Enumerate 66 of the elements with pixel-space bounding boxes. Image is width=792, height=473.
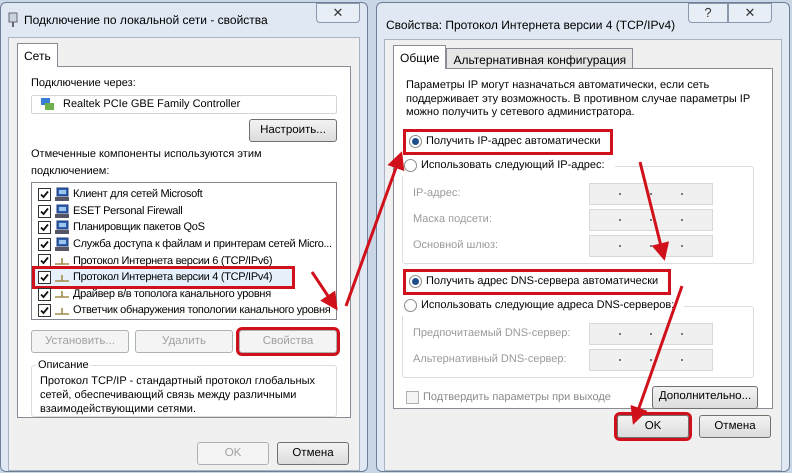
radio-label: Получить адрес DNS-сервера автоматически <box>426 274 658 290</box>
component-name: Служба доступа к файлам и принтерам сетей Micro... <box>73 237 332 252</box>
intro-text: Параметры IP могут назначаться автоматически, если сеть поддерживает эту возможность. В противном случае параметры IP можно получить у сетевого администратора. <box>406 79 751 120</box>
component-name: Клиент для сетей Microsoft <box>73 187 202 202</box>
component-name: Протокол Интернета версии 4 (TCP/IPv4) <box>73 270 272 286</box>
checkbox[interactable] <box>38 221 51 234</box>
help-button[interactable]: ? <box>688 3 728 23</box>
network-protocol-icon <box>54 289 70 300</box>
computer-icon <box>54 220 70 236</box>
checkbox[interactable] <box>38 204 51 218</box>
close-button[interactable]: ✕ <box>316 3 360 23</box>
radio-label: Использовать следующие адреса DNS-серверов: <box>421 298 674 314</box>
computer-icon <box>54 187 70 202</box>
component-row[interactable]: Драйвер в/в тополога канального уровня <box>38 286 273 302</box>
tab[interactable]: Сеть <box>17 43 58 67</box>
tab[interactable]: Альтернативная конфигурация <box>446 48 634 68</box>
component-row[interactable]: Ответчик обнаружения топологии канального уровня <box>38 302 332 319</box>
radio-button[interactable] <box>409 275 422 288</box>
radio-button[interactable] <box>409 135 422 148</box>
component-row[interactable]: Планировщик пакетов QoS <box>38 219 207 236</box>
description-text: Протокол TCP/IP - стандартный протокол глобальных сетей, обеспечивающий связь между различными взаимодействующими сетями. <box>40 374 316 416</box>
component-row[interactable]: ESET Personal Firewall <box>38 202 184 220</box>
network-adapter-icon <box>40 96 55 112</box>
tab[interactable]: Общие <box>393 45 446 69</box>
field-label: Подключение через: <box>31 76 137 91</box>
network-protocol-icon <box>54 306 70 316</box>
radio-label: Использовать следующий IP-адрес: <box>421 158 605 174</box>
component-name: Планировщик пакетов QoS <box>73 220 205 236</box>
component-row[interactable]: Служба доступа к файлам и принтерам сетей Micro... <box>38 236 334 253</box>
network-adapter-icon <box>8 12 18 28</box>
network-protocol-icon <box>54 256 70 266</box>
checkbox[interactable] <box>38 254 51 268</box>
field-label: Маска подсети: <box>413 212 493 228</box>
component-name: Протокол Интернета версии 6 (TCP/IPv6) <box>73 254 272 269</box>
radio-option[interactable]: Получить IP-адрес автоматически <box>406 132 610 152</box>
field-label: Предпочитаемый DNS-сервер: <box>413 326 572 342</box>
component-name: ESET Personal Firewall <box>73 204 182 219</box>
component-name: Драйвер в/в тополога канального уровня <box>73 286 271 302</box>
computer-icon <box>54 236 70 252</box>
checkbox[interactable] <box>38 304 51 318</box>
checkbox-label: Подтвердить параметры при выходе <box>423 390 611 405</box>
radio-button[interactable] <box>404 299 417 312</box>
checkbox[interactable] <box>38 288 51 301</box>
field-label: Отмеченные компоненты используются этим подключением: <box>31 147 263 179</box>
highlighted-button[interactable]: OK <box>617 415 689 438</box>
checkbox[interactable] <box>38 271 51 284</box>
network-protocol-icon <box>54 272 70 283</box>
close-button[interactable]: ✕ <box>728 3 772 23</box>
checkbox[interactable] <box>38 238 51 251</box>
component-name: Ответчик обнаружения топологии канального уровня <box>73 303 330 318</box>
window-title: Свойства: Протокол Интернета версии 4 (TCP/IPv4) <box>385 17 676 34</box>
field-label: IP-адрес: <box>413 186 462 202</box>
component-row[interactable]: Протокол Интернета версии 4 (TCP/IPv4) <box>35 269 292 286</box>
window-title: Подключение по локальной сети - свойства <box>24 12 268 29</box>
radio-label: Получить IP-адрес автоматически <box>426 134 600 150</box>
field-label: Основной шлюз: <box>413 238 500 254</box>
checkbox[interactable] <box>38 188 51 202</box>
dialog-button[interactable]: Отмена <box>277 442 349 465</box>
computer-icon <box>54 204 70 219</box>
field-label: Альтернативный DNS-сервер: <box>413 352 568 368</box>
component-row[interactable]: Клиент для сетей Microsoft <box>38 186 204 203</box>
dialog-button[interactable]: Отмена <box>699 415 771 438</box>
adapter-name: Realtek PCIe GBE Family Controller <box>63 97 240 112</box>
dialog-button[interactable]: Дополнительно... <box>652 386 758 408</box>
dialog-button[interactable]: Настроить... <box>249 119 337 142</box>
radio-button[interactable] <box>404 159 417 172</box>
